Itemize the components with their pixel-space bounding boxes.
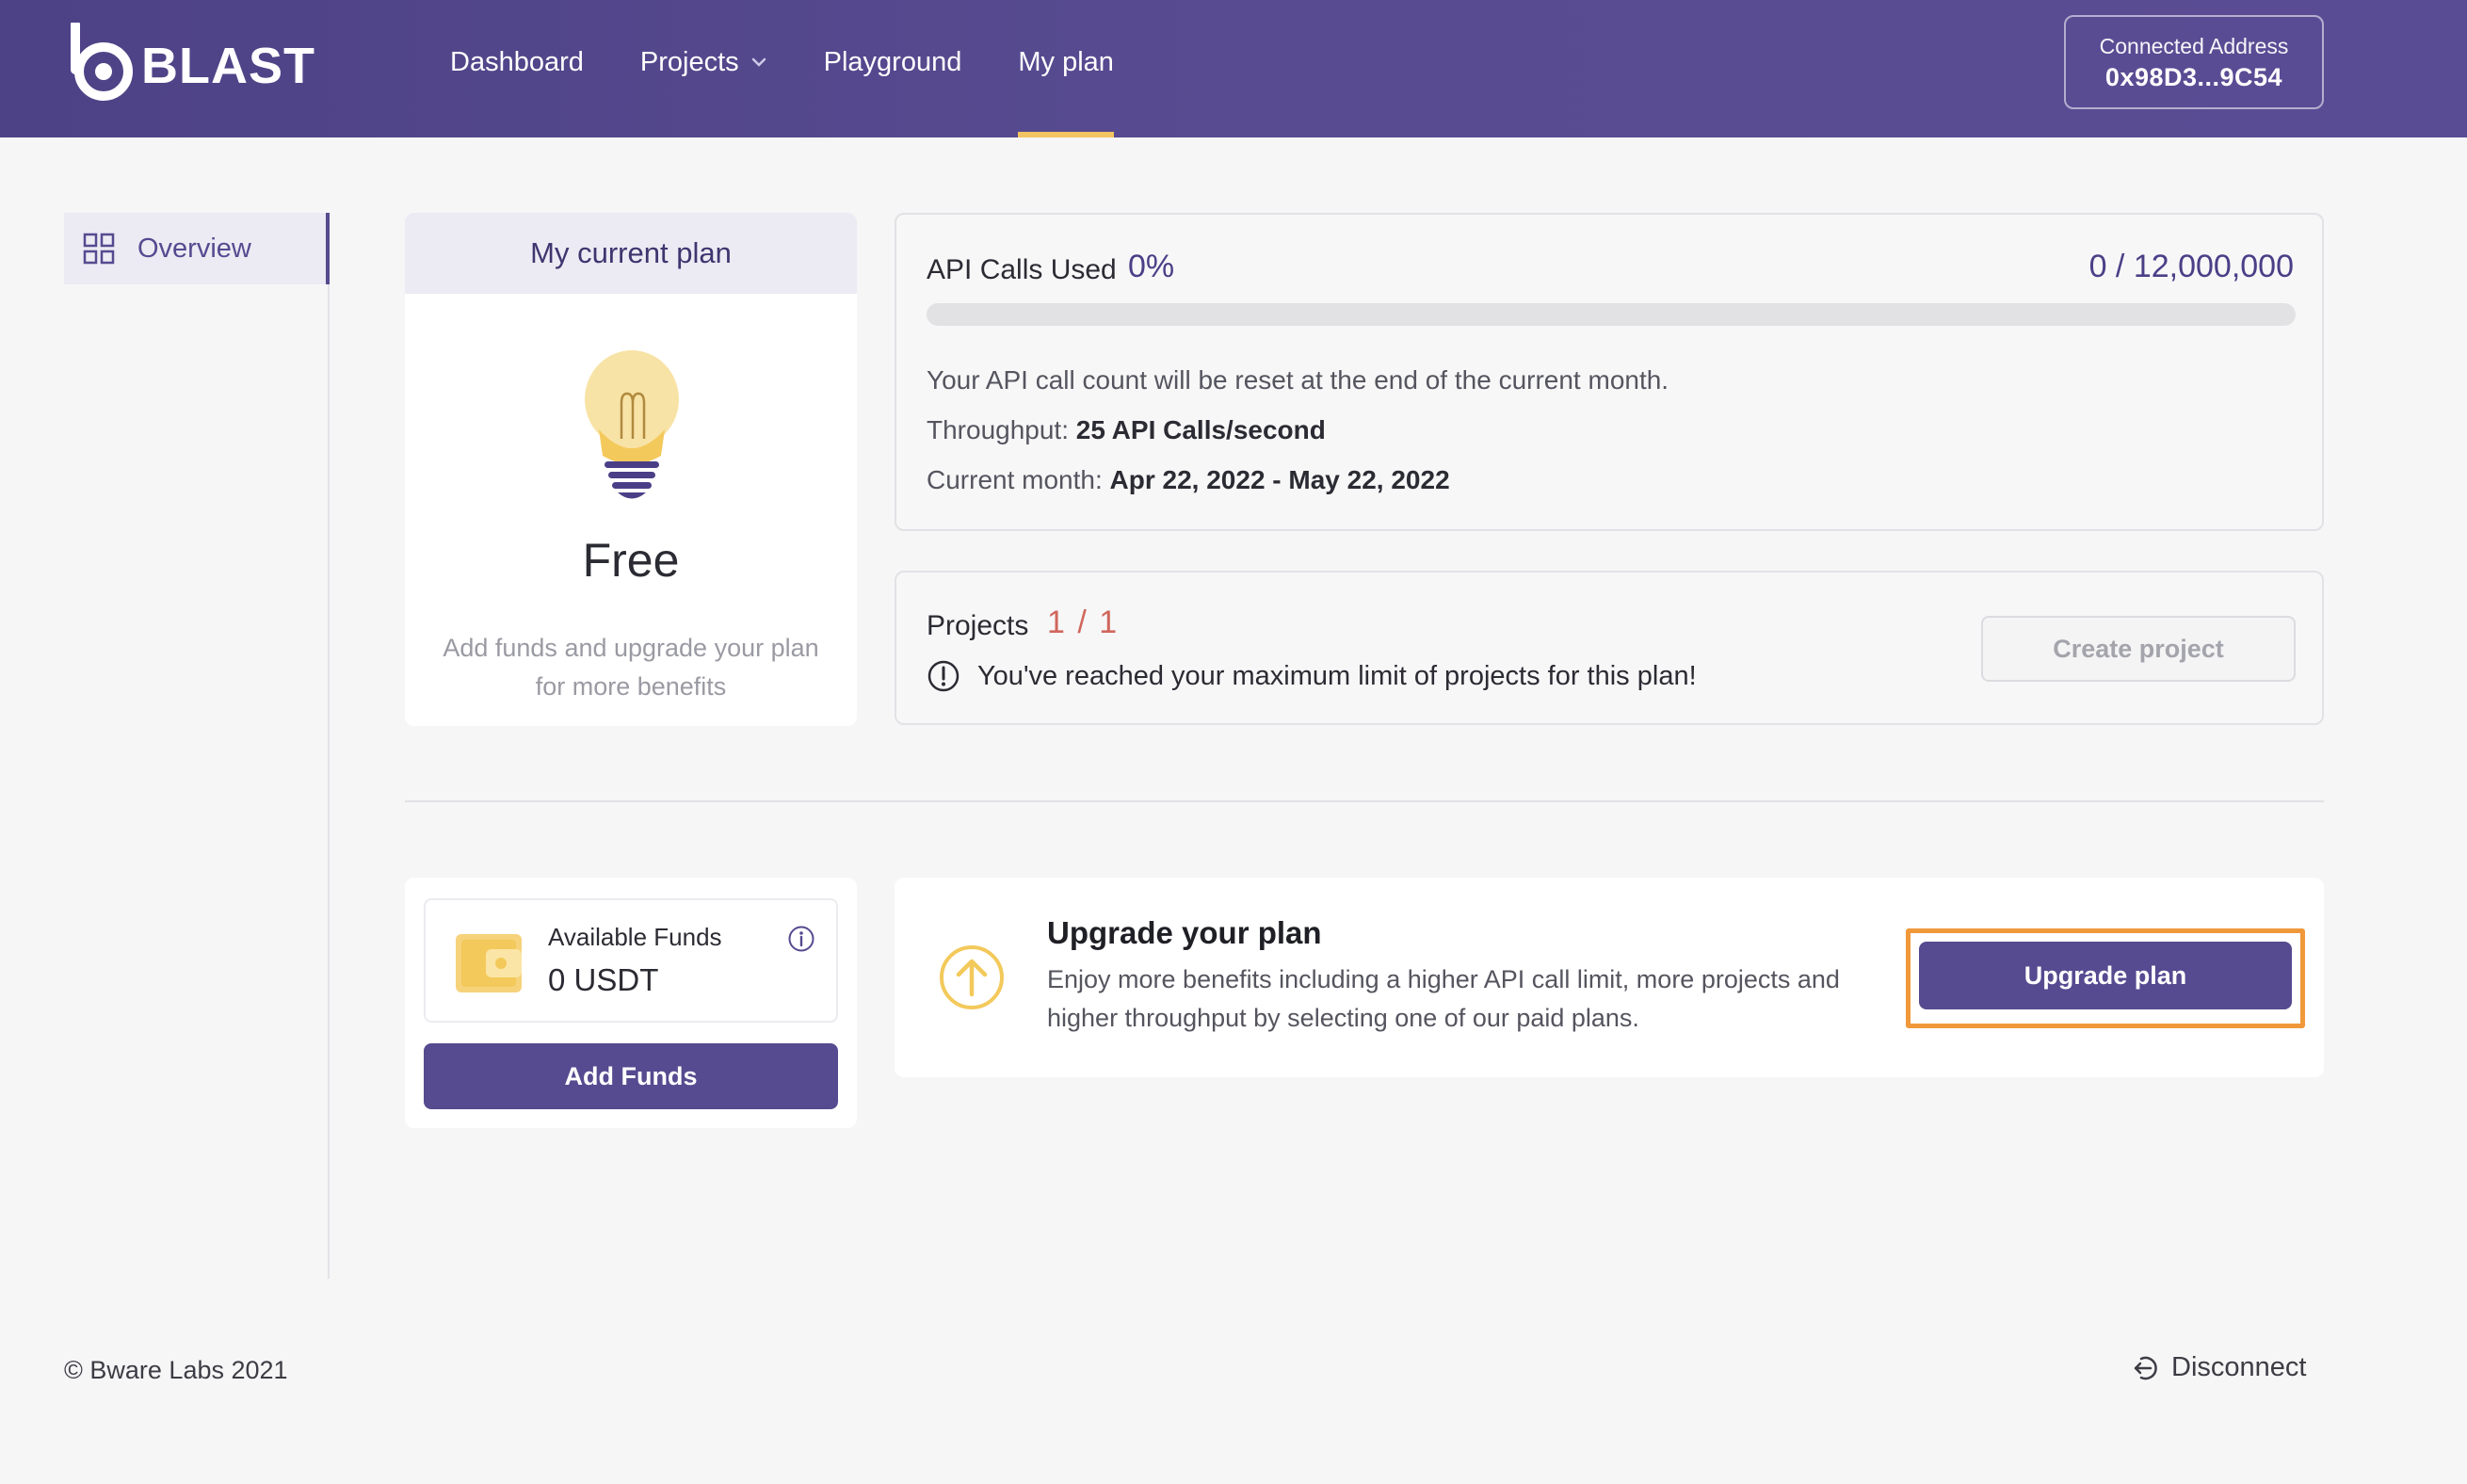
blast-logo[interactable]: BLAST bbox=[70, 23, 315, 102]
disconnect-button[interactable]: Disconnect bbox=[2130, 1352, 2306, 1383]
create-project-button[interactable]: Create project bbox=[1981, 616, 2296, 682]
brand-name: BLAST bbox=[141, 38, 315, 94]
alert-circle-icon bbox=[927, 660, 959, 692]
add-funds-button[interactable]: Add Funds bbox=[424, 1043, 838, 1109]
address-label: Connected Address bbox=[2099, 34, 2289, 58]
api-usage-card: API Calls Used 0% 0 / 12,000,000 Your AP… bbox=[895, 213, 2324, 531]
api-current-month: Current month: Apr 22, 2022 - May 22, 20… bbox=[927, 465, 1450, 495]
current-plan-card: My current plan Free Add funds and upgra… bbox=[405, 213, 857, 726]
sidebar-item-overview[interactable]: Overview bbox=[64, 213, 330, 284]
funds-value: 0 USDT bbox=[548, 962, 659, 997]
nav-playground-label: Playground bbox=[823, 46, 962, 77]
api-calls-count: 0 / 12,000,000 bbox=[2088, 249, 2294, 284]
upgrade-plan-button[interactable]: Upgrade plan bbox=[1919, 942, 2292, 1009]
upgrade-desc-line-2: higher throughput by selecting one of ou… bbox=[1047, 1004, 1639, 1032]
blast-logo-icon bbox=[71, 23, 133, 101]
plan-description: Add funds and upgrade your plan for more… bbox=[424, 629, 838, 706]
throughput-label: Throughput: bbox=[927, 415, 1069, 444]
nav-playground[interactable]: Playground bbox=[824, 0, 962, 137]
projects-card: Projects 1 / 1 You've reached your maxim… bbox=[895, 571, 2324, 725]
projects-title: Projects bbox=[927, 610, 1029, 641]
api-reset-note: Your API call count will be reset at the… bbox=[927, 365, 1669, 395]
nav-projects-label: Projects bbox=[639, 46, 739, 77]
plan-desc-line-1: Add funds and upgrade your plan bbox=[443, 634, 819, 662]
month-label: Current month: bbox=[927, 465, 1103, 494]
sidebar-item-label: Overview bbox=[137, 233, 251, 264]
api-usage-progress-bar bbox=[927, 303, 2296, 326]
month-value: Apr 22, 2022 - May 22, 2022 bbox=[1109, 465, 1450, 494]
wallet-icon bbox=[456, 934, 522, 992]
throughput-value: 25 API Calls/second bbox=[1075, 415, 1326, 444]
nav-dashboard[interactable]: Dashboard bbox=[450, 0, 584, 137]
nav-projects[interactable]: Projects bbox=[640, 0, 767, 137]
api-throughput: Throughput: 25 API Calls/second bbox=[927, 415, 1326, 445]
upgrade-description: Enjoy more benefits including a higher A… bbox=[1047, 960, 1876, 1038]
nav-my-plan[interactable]: My plan bbox=[1018, 0, 1114, 137]
sidebar-divider bbox=[328, 213, 330, 1279]
address-value: 0x98D3...9C54 bbox=[2104, 63, 2283, 91]
upgrade-title: Upgrade your plan bbox=[1047, 915, 1322, 950]
chevron-down-icon bbox=[751, 57, 766, 67]
info-icon[interactable] bbox=[787, 925, 815, 953]
plan-card-header: My current plan bbox=[405, 213, 857, 294]
plan-desc-line-2: for more benefits bbox=[535, 672, 727, 701]
lightbulb-icon bbox=[585, 350, 679, 499]
grid-icon bbox=[83, 233, 115, 265]
funds-label: Available Funds bbox=[548, 923, 722, 951]
api-calls-percent: 0% bbox=[1128, 249, 1175, 284]
logout-icon bbox=[2134, 1356, 2157, 1379]
funds-summary: Available Funds 0 USDT bbox=[424, 898, 838, 1023]
projects-count: 1 / 1 bbox=[1047, 605, 1120, 640]
nav-dashboard-label: Dashboard bbox=[450, 46, 584, 77]
main-nav: Dashboard Projects Playground My plan bbox=[450, 0, 1170, 137]
projects-limit-warning: You've reached your maximum limit of pro… bbox=[927, 659, 1697, 693]
section-divider bbox=[405, 800, 2324, 802]
upgrade-plan-card: Upgrade your plan Enjoy more benefits in… bbox=[895, 878, 2324, 1077]
projects-warning-text: You've reached your maximum limit of pro… bbox=[977, 660, 1697, 691]
disconnect-label: Disconnect bbox=[2171, 1352, 2307, 1382]
top-navbar: BLAST Dashboard Projects Playground My p… bbox=[0, 0, 2467, 137]
connected-address-box[interactable]: Connected Address 0x98D3...9C54 bbox=[2064, 15, 2324, 109]
plan-name: Free bbox=[582, 534, 680, 587]
arrow-up-circle-icon bbox=[940, 945, 1004, 1009]
upgrade-desc-line-1: Enjoy more benefits including a higher A… bbox=[1047, 965, 1840, 993]
api-calls-title: API Calls Used bbox=[927, 254, 1117, 285]
nav-my-plan-label: My plan bbox=[1018, 46, 1114, 77]
footer-copyright: © Bware Labs 2021 bbox=[64, 1356, 288, 1384]
available-funds-card: Available Funds 0 USDT Add Funds bbox=[405, 878, 857, 1128]
